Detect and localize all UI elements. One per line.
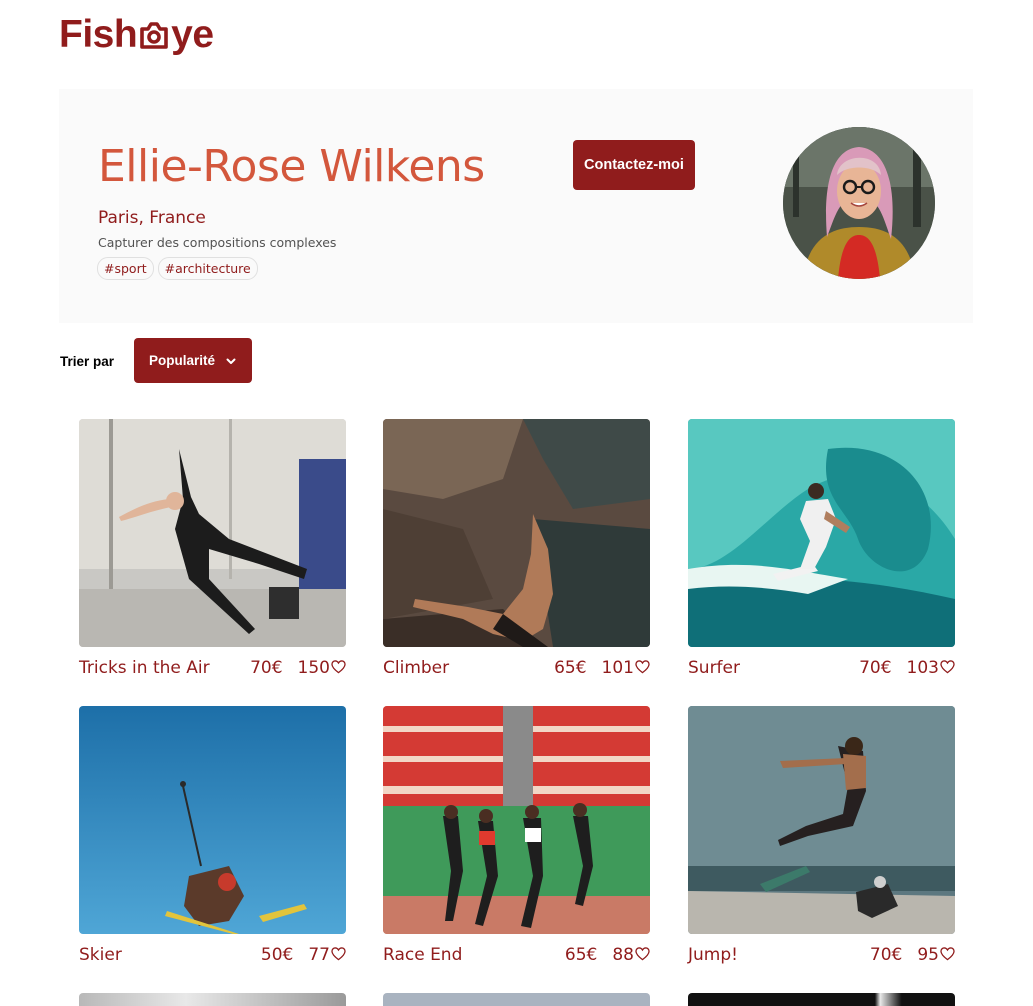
media-price: 65€	[564, 945, 598, 965]
heart-icon[interactable]	[635, 947, 650, 961]
media-card: Skier 50€ 77	[79, 706, 346, 966]
logo-text-left: Fish	[59, 13, 138, 56]
media-caption: Tricks in the Air 70€ 150	[79, 657, 346, 679]
tag-architecture[interactable]: #architecture	[157, 257, 258, 280]
photographer-tagline: Capturer des compositions complexes	[98, 235, 337, 250]
media-photo-partial[interactable]	[79, 993, 346, 1006]
fisheye-logo[interactable]: Fish ye	[59, 12, 214, 58]
media-photo-race-end[interactable]	[383, 706, 650, 934]
media-title[interactable]: Surfer	[688, 658, 859, 678]
tag-list: #sport #architecture	[97, 257, 258, 280]
heart-icon[interactable]	[635, 660, 650, 674]
media-photo-skier[interactable]	[79, 706, 346, 934]
media-price: 70€	[250, 658, 283, 678]
photographer-location: Paris, France	[98, 208, 206, 228]
media-likes[interactable]: 101	[602, 658, 650, 678]
heart-icon[interactable]	[331, 947, 346, 961]
media-title[interactable]: Skier	[79, 945, 261, 965]
contact-button[interactable]: Contactez-moi	[573, 140, 695, 190]
heart-icon[interactable]	[940, 660, 955, 674]
media-caption: Skier 50€ 77	[79, 944, 346, 966]
like-count: 101	[601, 658, 634, 678]
media-likes[interactable]: 103	[907, 658, 955, 678]
media-photo-tricks-in-the-air[interactable]	[79, 419, 346, 647]
media-likes[interactable]: 88	[612, 945, 650, 965]
media-caption: Surfer 70€ 103	[688, 657, 955, 679]
media-photo-partial[interactable]	[383, 993, 650, 1006]
media-title[interactable]: Jump!	[688, 945, 870, 965]
logo-text-right: ye	[171, 13, 214, 56]
like-count: 150	[297, 658, 330, 678]
sort-label: Trier par	[60, 354, 115, 369]
media-card: Tricks in the Air 70€ 150	[79, 419, 346, 679]
media-photo-jump[interactable]	[688, 706, 955, 934]
media-title[interactable]: Tricks in the Air	[79, 658, 250, 678]
like-count: 77	[308, 945, 330, 965]
heart-icon[interactable]	[940, 947, 955, 961]
media-likes[interactable]: 150	[298, 658, 346, 678]
media-photo-surfer[interactable]	[688, 419, 955, 647]
like-count: 95	[917, 945, 939, 965]
media-card: Race End 65€ 88	[383, 706, 650, 966]
like-count: 88	[612, 945, 634, 965]
media-title[interactable]: Climber	[383, 658, 554, 678]
photographer-avatar	[783, 127, 935, 279]
sort-selected-value: Popularité	[148, 353, 215, 368]
photographer-header: Ellie-Rose Wilkens Paris, France Capture…	[59, 89, 973, 323]
media-price: 70€	[869, 945, 903, 965]
media-caption: Race End 65€ 88	[383, 944, 650, 966]
heart-icon[interactable]	[331, 660, 346, 674]
photographer-name: Ellie-Rose Wilkens	[98, 141, 485, 192]
media-likes[interactable]: 77	[308, 945, 346, 965]
sort-dropdown[interactable]: Popularité	[134, 338, 252, 383]
media-likes[interactable]: 95	[917, 945, 955, 965]
like-count: 103	[906, 658, 939, 678]
media-price: 70€	[859, 658, 892, 678]
camera-icon	[140, 22, 168, 49]
media-card: Surfer 70€ 103	[688, 419, 955, 679]
media-price: 50€	[260, 945, 294, 965]
chevron-down-icon	[226, 358, 236, 364]
media-photo-climber[interactable]	[383, 419, 650, 647]
media-card: Jump! 70€ 95	[688, 706, 955, 966]
media-photo-partial[interactable]	[688, 993, 955, 1006]
media-caption: Climber 65€ 101	[383, 657, 650, 679]
media-price: 65€	[554, 658, 587, 678]
media-caption: Jump! 70€ 95	[688, 944, 955, 966]
media-card: Climber 65€ 101	[383, 419, 650, 679]
tag-sport[interactable]: #sport	[97, 257, 154, 280]
media-title[interactable]: Race End	[383, 945, 565, 965]
